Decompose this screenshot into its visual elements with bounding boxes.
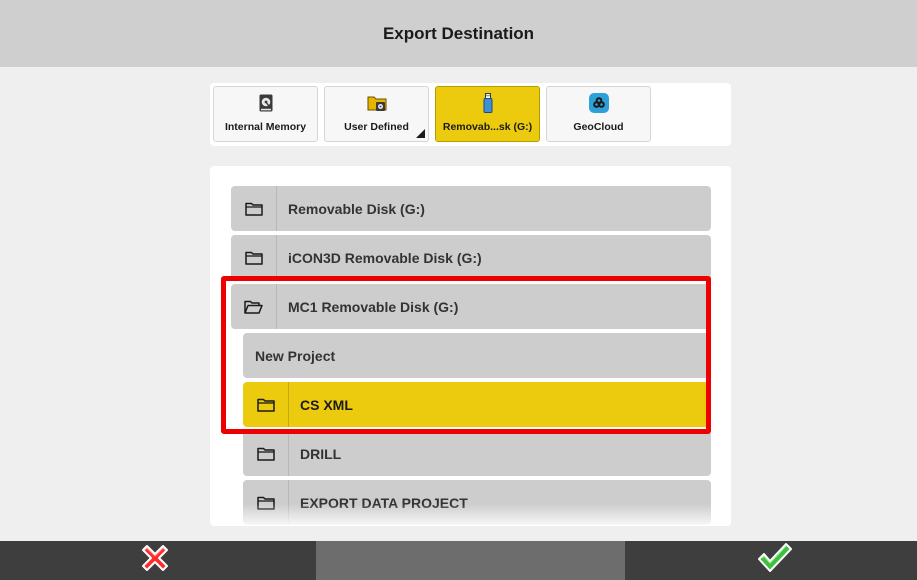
- dialog-title: Export Destination: [382, 23, 535, 43]
- dropdown-corner-icon: [416, 129, 425, 138]
- list-item-new-project[interactable]: New Project: [243, 333, 711, 378]
- hard-drive-icon: [259, 93, 273, 113]
- footer-middle-bar: [316, 541, 625, 580]
- folder-icon: [243, 480, 289, 525]
- list-item-cs-xml[interactable]: CS XML: [243, 382, 711, 427]
- tab-geocloud[interactable]: GeoCloud: [546, 86, 651, 142]
- folder-icon: [231, 235, 277, 280]
- dialog-footer: [0, 541, 917, 580]
- tab-user-defined[interactable]: User Defined: [324, 86, 429, 142]
- list-item-icon3d-removable-disk[interactable]: iCON3D Removable Disk (G:): [231, 235, 711, 280]
- usb-drive-icon: [483, 93, 493, 113]
- tab-label: Internal Memory: [224, 121, 307, 133]
- folder-icon: [243, 431, 289, 476]
- folder-icon: [231, 186, 277, 231]
- tab-label: User Defined: [344, 121, 409, 133]
- list-item-drill[interactable]: DRILL: [243, 431, 711, 476]
- list-item-label: EXPORT DATA PROJECT: [300, 494, 468, 511]
- list-item-label: iCON3D Removable Disk (G:): [288, 249, 482, 266]
- list-item-export-data-project[interactable]: EXPORT DATA PROJECT: [243, 480, 711, 525]
- list-item-mc1-removable-disk[interactable]: MC1 Removable Disk (G:): [231, 284, 711, 329]
- list-item-label: New Project: [255, 347, 336, 364]
- tab-internal-memory[interactable]: Internal Memory: [213, 86, 318, 142]
- tab-removable-disk[interactable]: Removab...sk (G:): [435, 86, 540, 142]
- confirm-button[interactable]: [750, 543, 800, 578]
- dialog-header: Export Destination: [0, 0, 917, 67]
- folder-list: Removable Disk (G:) iCON3D Removable Dis…: [210, 166, 731, 526]
- red-x-icon: [138, 541, 172, 580]
- cancel-button[interactable]: [130, 543, 180, 578]
- list-item-label: MC1 Removable Disk (G:): [288, 298, 459, 315]
- tab-label: GeoCloud: [573, 121, 624, 133]
- cloud-icon: [588, 93, 609, 113]
- source-tabs: Internal Memory User Defined Removab...s…: [210, 83, 731, 146]
- tab-label: Removab...sk (G:): [442, 121, 533, 133]
- list-item-label: Removable Disk (G:): [288, 200, 425, 217]
- folder-drive-icon: [367, 93, 387, 113]
- folder-icon: [243, 382, 289, 427]
- green-check-icon: [756, 541, 794, 580]
- list-item-label: DRILL: [300, 445, 342, 462]
- list-item-removable-disk[interactable]: Removable Disk (G:): [231, 186, 711, 231]
- list-item-label: CS XML: [300, 396, 353, 413]
- folder-open-icon: [231, 284, 277, 329]
